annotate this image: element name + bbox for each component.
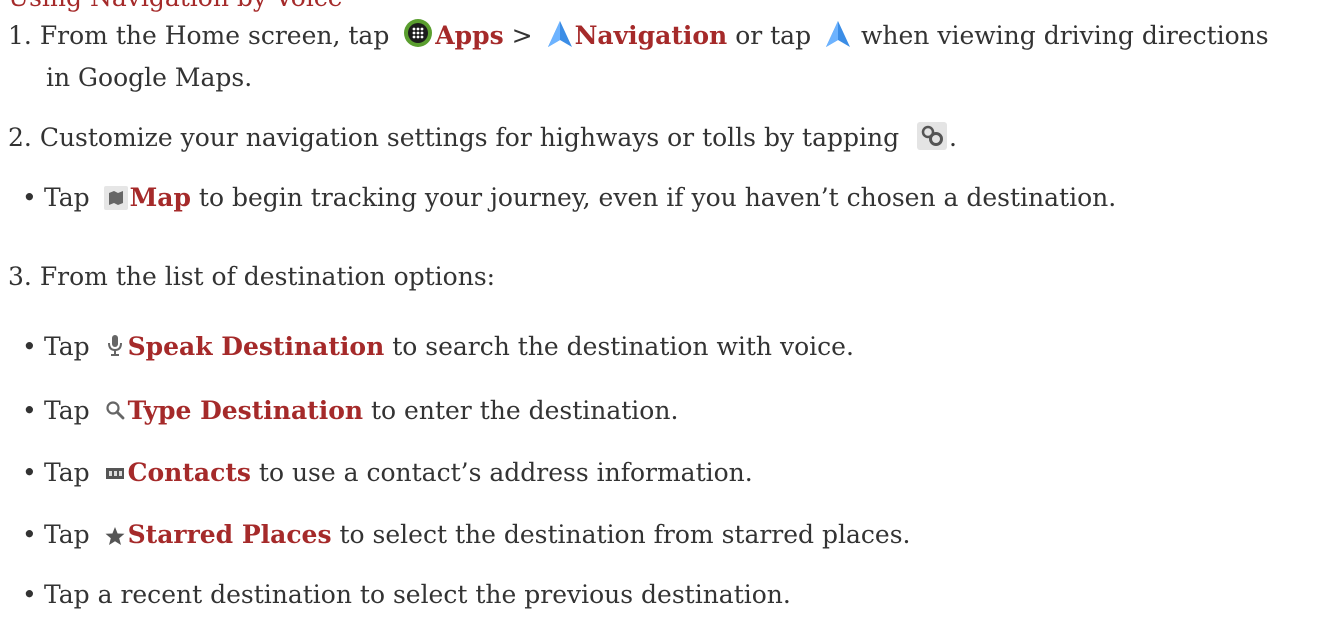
star-icon [104, 525, 126, 547]
list-item: • Tap Type Destination to enter the desti… [22, 396, 679, 425]
step-3: 3. From the list of destination options: [8, 262, 496, 291]
navigation-arrow-icon [825, 20, 851, 48]
starred-places-link[interactable]: Starred Places [128, 520, 332, 549]
map-bullet: • Tap Map to begin tracking your journey,… [22, 183, 1117, 212]
section-heading: Using Navigation by Voice [8, 0, 343, 12]
step-2: 2. Customize your navigation settings fo… [8, 122, 957, 152]
navigation-arrow-icon [547, 20, 573, 48]
map-link[interactable]: Map [130, 183, 191, 212]
speak-destination-link[interactable]: Speak Destination [128, 332, 385, 361]
step-number: 2. [8, 123, 32, 152]
bullet: • [22, 458, 37, 487]
bullet: • [22, 520, 37, 549]
search-icon [104, 399, 126, 423]
bullet: • [22, 396, 37, 425]
step-number: 1. [8, 21, 32, 50]
navigation-link[interactable]: Navigation [575, 21, 728, 50]
apps-icon [403, 18, 433, 48]
apps-link[interactable]: Apps [435, 21, 503, 50]
step-number: 3. [8, 262, 32, 291]
step-1-continued: in Google Maps. [46, 63, 253, 92]
type-destination-link[interactable]: Type Destination [128, 396, 363, 425]
contacts-icon [104, 463, 126, 485]
mic-icon [104, 333, 126, 359]
map-icon [103, 186, 128, 210]
settings-gears-icon [917, 122, 948, 150]
contacts-link[interactable]: Contacts [128, 458, 251, 487]
list-item: • Tap a recent destination to select the … [22, 580, 791, 609]
list-item: • Tap Starred Places to select the destin… [22, 520, 911, 549]
list-item: • Tap Speak Destination to search the des… [22, 332, 854, 361]
bullet: • [22, 183, 37, 212]
bullet: • [22, 332, 37, 361]
bullet: • [22, 580, 37, 609]
step-1: 1. From the Home screen, tap Apps > Navi… [8, 18, 1269, 51]
list-item: • Tap Contacts to use a contact’s address… [22, 458, 753, 487]
